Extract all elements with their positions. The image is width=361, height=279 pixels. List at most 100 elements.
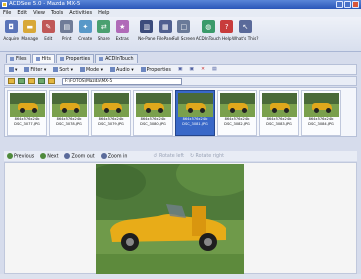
audio-icon xyxy=(110,66,116,72)
thumbnail[interactable]: 864x576x24b DSC_3084.JPG xyxy=(301,90,341,136)
sort-button[interactable]: Sort ▾ xyxy=(53,66,73,73)
details-icon[interactable]: ▤ xyxy=(212,67,217,72)
toolbar-label: Extras xyxy=(115,36,129,41)
window-controls xyxy=(336,1,359,8)
tab-acdintouch[interactable]: ACDInTouch xyxy=(95,54,138,63)
thumbnail-list: 864x576x24b DSC_3077.JPG 864x576x24b DSC_30… xyxy=(4,87,357,137)
address-field[interactable]: F:\FOTOS\Mazda\MX-5 xyxy=(62,77,182,85)
wheel-shape xyxy=(62,108,67,113)
thumbnail[interactable]: 864x576x24b DSC_3077.JPG xyxy=(7,90,47,136)
menu-help[interactable]: Help xyxy=(98,9,109,17)
filter-label: Filter xyxy=(30,67,43,73)
zoom-in-button[interactable]: Zoom in xyxy=(100,152,127,159)
filter-button[interactable]: Filter ▾ xyxy=(24,66,46,73)
thumbnail[interactable]: 864x576x24b DSC_3080.JPG xyxy=(133,90,173,136)
thumbnail-image xyxy=(262,93,297,117)
zoom-out-icon xyxy=(64,152,71,159)
whats-this-button[interactable]: ↖ What's This? xyxy=(232,17,258,50)
properties-label: Properties xyxy=(146,67,171,73)
tab-files[interactable]: Files xyxy=(6,54,31,63)
menu-edit[interactable]: Edit xyxy=(17,9,27,17)
wheel-shape xyxy=(242,108,247,113)
next-button[interactable]: Next xyxy=(40,152,58,159)
previous-button[interactable]: Previous xyxy=(7,152,35,160)
tab-label: Properties xyxy=(65,56,91,62)
rotate-left-button[interactable]: ↺ Rotate left xyxy=(153,154,184,159)
properties-button[interactable]: Properties xyxy=(140,66,171,73)
help-icon: ? xyxy=(220,20,234,33)
window-title: ACDSee 5.0 - Mazda MX-5 xyxy=(9,1,81,7)
previous-label: Previous xyxy=(14,154,35,160)
pane-tabs: Files Hits Properties ACDInTouch xyxy=(6,54,138,63)
wheel-shape xyxy=(188,108,193,113)
wheel-shape xyxy=(158,108,163,113)
mode-label: Mode xyxy=(86,67,100,73)
thumbnail[interactable]: 864x576x24b DSC_3078.JPG xyxy=(49,90,89,136)
files-icon xyxy=(10,57,14,61)
preview-photo xyxy=(96,164,244,276)
thumbnail[interactable]: 864x576x24b DSC_3083.JPG xyxy=(259,90,299,136)
view-button[interactable]: ▾ xyxy=(9,66,17,73)
favorites-icon[interactable] xyxy=(28,78,35,84)
thumbnail[interactable]: 864x576x24b DSC_3081.JPG xyxy=(175,90,215,136)
filepane-button[interactable]: ▦ FilePane xyxy=(156,17,175,50)
folder-up-icon[interactable] xyxy=(8,78,15,84)
wheel-shape xyxy=(326,108,331,113)
create-button[interactable]: ✦ Create xyxy=(76,17,95,50)
refresh-icon[interactable] xyxy=(18,78,25,84)
print-button[interactable]: ▤ Print xyxy=(58,17,77,50)
whatsthis-icon: ↖ xyxy=(238,20,252,33)
lawn-shade xyxy=(96,254,244,276)
wheel-shape xyxy=(116,108,121,113)
rotate-left-label: Rotate left xyxy=(158,153,184,159)
wheel-shape xyxy=(272,108,277,113)
tab-hits[interactable]: Hits xyxy=(31,54,55,63)
mode-icon xyxy=(80,66,86,72)
thumbnail[interactable]: 864x576x24b DSC_3079.JPG xyxy=(91,90,131,136)
toolbar-label: Acquire xyxy=(3,36,20,41)
thumbnail[interactable]: 864x576x24b DSC_3082.JPG xyxy=(217,90,257,136)
nepane-button[interactable]: ▥ Ne-Pane xyxy=(138,17,157,50)
tab-label: Files xyxy=(16,56,27,62)
paste-icon[interactable]: ▣ xyxy=(189,67,194,72)
browse-icon[interactable] xyxy=(38,78,45,84)
wheel-shape xyxy=(32,108,37,113)
fullscreen-button[interactable]: □ Full Screen xyxy=(172,17,196,50)
thumbnail-filename: DSC_3084.JPG xyxy=(308,122,334,126)
menu-view[interactable]: View xyxy=(33,9,45,17)
menu-tools[interactable]: Tools xyxy=(51,9,63,17)
mode-button[interactable]: Mode ▾ xyxy=(80,66,103,73)
acdintouch-button[interactable]: ◍ ACDInTouch xyxy=(196,17,221,50)
share-button[interactable]: ⇄ Share xyxy=(95,17,114,50)
create-icon: ✦ xyxy=(78,20,92,33)
copy-icon[interactable]: ▣ xyxy=(178,67,183,72)
minimize-button[interactable] xyxy=(336,1,343,8)
acdintouch-icon xyxy=(99,57,104,61)
menu-activities[interactable]: Activities xyxy=(69,9,92,17)
manage-button[interactable]: ▬ Manage xyxy=(21,17,40,50)
audio-label: Audio xyxy=(116,67,130,73)
browser-toolbar: ▾ Filter ▾ Sort ▾ Mode ▾ Audio ▾ Propert… xyxy=(4,64,357,75)
edit-button[interactable]: ✎ Edit xyxy=(39,17,58,50)
status-bar xyxy=(0,274,361,279)
camera-icon: ◘ xyxy=(4,20,18,33)
fullscreen-icon: □ xyxy=(177,20,191,33)
car-door-open xyxy=(192,206,206,236)
toolbar-label: Full Screen xyxy=(172,36,196,41)
app-icon xyxy=(2,2,7,7)
tab-properties[interactable]: Properties xyxy=(55,54,95,63)
filepane-icon: ▦ xyxy=(158,20,172,33)
close-button[interactable] xyxy=(352,1,359,8)
rotate-right-button[interactable]: ↻ Rotate right xyxy=(190,154,224,159)
zoom-out-button[interactable]: Zoom out xyxy=(64,152,95,159)
menu-file[interactable]: File xyxy=(3,9,11,17)
extras-button[interactable]: ★ Extras xyxy=(113,17,132,50)
folder-icon[interactable] xyxy=(48,78,55,84)
help-button[interactable]: ? Help xyxy=(218,17,237,50)
toolbar-label: Help xyxy=(221,36,232,41)
acquire-button[interactable]: ◘ Acquire xyxy=(2,17,21,50)
delete-icon[interactable]: ✕ xyxy=(201,67,205,72)
audio-button[interactable]: Audio ▾ xyxy=(110,66,134,73)
thumbnail-filename: DSC_3082.JPG xyxy=(224,122,250,126)
maximize-button[interactable] xyxy=(344,1,351,8)
